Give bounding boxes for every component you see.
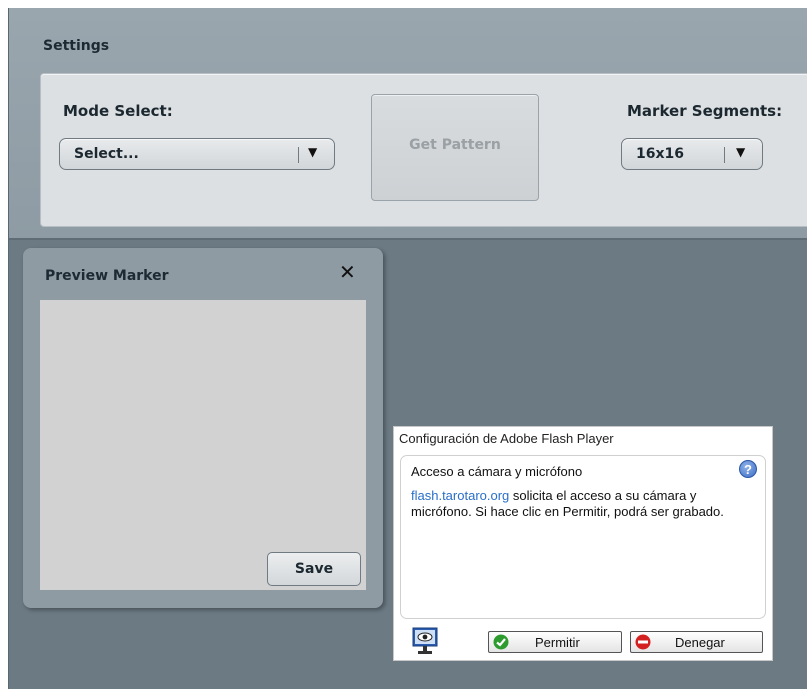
check-icon <box>493 634 509 650</box>
get-pattern-button[interactable]: Get Pattern <box>371 94 539 201</box>
flash-dialog-body: Acceso a cámara y micrófono ? flash.taro… <box>400 455 766 619</box>
no-entry-icon <box>635 634 651 650</box>
camera-access-heading: Acceso a cámara y micrófono <box>411 464 583 479</box>
settings-title: Settings <box>43 38 110 54</box>
help-icon[interactable]: ? <box>739 460 757 478</box>
preview-marker-panel: Preview Marker ✕ Save <box>23 248 383 608</box>
domain-link: flash.tarotaro.org <box>411 488 510 503</box>
marker-segments-label: Marker Segments: <box>627 102 783 120</box>
allow-label: Permitir <box>535 635 580 650</box>
preview-marker-title: Preview Marker <box>45 268 169 284</box>
flash-dialog-message: flash.tarotaro.org solicita el acceso a … <box>411 488 751 520</box>
get-pattern-label: Get Pattern <box>409 137 501 153</box>
dropdown-separator <box>724 147 725 163</box>
settings-panel: Settings Mode Select: Select... ▼ Get Pa… <box>9 8 807 240</box>
save-button[interactable]: Save <box>267 552 361 586</box>
preview-marker-canvas <box>40 300 366 590</box>
flash-settings-dialog: Configuración de Adobe Flash Player Acce… <box>393 426 773 661</box>
monitor-icon[interactable] <box>412 627 438 657</box>
chevron-down-icon: ▼ <box>308 145 318 159</box>
marker-segments-value: 16x16 <box>636 146 684 162</box>
mode-select-dropdown[interactable]: Select... ▼ <box>59 138 335 170</box>
mode-select-value: Select... <box>74 146 139 162</box>
deny-label: Denegar <box>675 635 725 650</box>
deny-button[interactable]: Denegar <box>630 631 763 653</box>
close-icon[interactable]: ✕ <box>339 260 356 284</box>
chevron-down-icon: ▼ <box>736 145 746 159</box>
allow-button[interactable]: Permitir <box>488 631 622 653</box>
dropdown-separator <box>298 147 299 163</box>
mode-select-label: Mode Select: <box>63 102 173 120</box>
flash-dialog-footer: Permitir Denegar <box>394 625 772 659</box>
flash-dialog-title: Configuración de Adobe Flash Player <box>399 431 614 446</box>
marker-segments-dropdown[interactable]: 16x16 ▼ <box>621 138 763 170</box>
